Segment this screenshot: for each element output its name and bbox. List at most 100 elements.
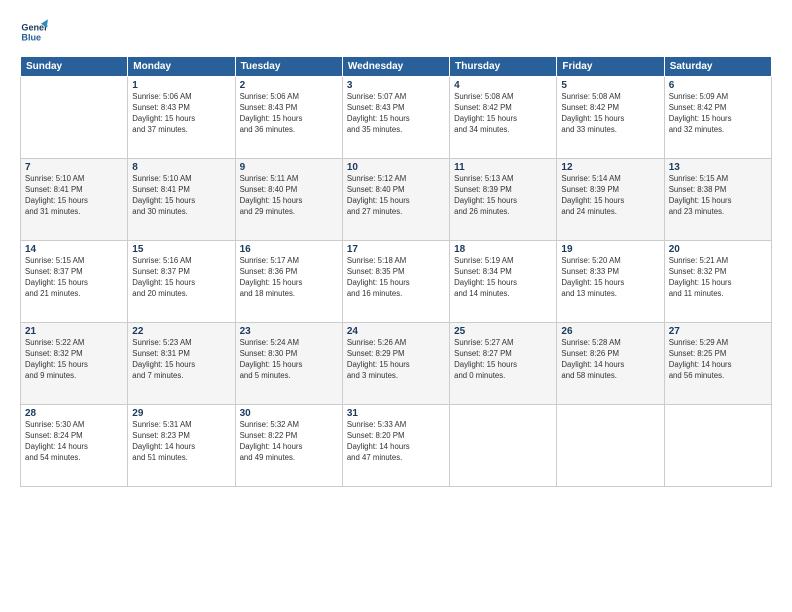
day-info: Sunrise: 5:10 AM Sunset: 8:41 PM Dayligh… (132, 174, 230, 218)
weekday-header-friday: Friday (557, 57, 664, 77)
day-number: 21 (25, 326, 123, 337)
calendar-cell: 6Sunrise: 5:09 AM Sunset: 8:42 PM Daylig… (664, 77, 771, 159)
day-info: Sunrise: 5:26 AM Sunset: 8:29 PM Dayligh… (347, 338, 445, 382)
day-number: 15 (132, 244, 230, 255)
calendar-week-row: 1Sunrise: 5:06 AM Sunset: 8:43 PM Daylig… (21, 77, 772, 159)
calendar-cell: 20Sunrise: 5:21 AM Sunset: 8:32 PM Dayli… (664, 241, 771, 323)
day-number: 1 (132, 80, 230, 91)
day-info: Sunrise: 5:31 AM Sunset: 8:23 PM Dayligh… (132, 420, 230, 464)
calendar-cell: 29Sunrise: 5:31 AM Sunset: 8:23 PM Dayli… (128, 405, 235, 487)
weekday-header-monday: Monday (128, 57, 235, 77)
calendar-cell: 16Sunrise: 5:17 AM Sunset: 8:36 PM Dayli… (235, 241, 342, 323)
day-number: 25 (454, 326, 552, 337)
day-number: 14 (25, 244, 123, 255)
day-number: 13 (669, 162, 767, 173)
weekday-header-wednesday: Wednesday (342, 57, 449, 77)
day-number: 23 (240, 326, 338, 337)
day-info: Sunrise: 5:07 AM Sunset: 8:43 PM Dayligh… (347, 92, 445, 136)
weekday-header-thursday: Thursday (450, 57, 557, 77)
calendar-cell: 31Sunrise: 5:33 AM Sunset: 8:20 PM Dayli… (342, 405, 449, 487)
day-number: 24 (347, 326, 445, 337)
day-info: Sunrise: 5:17 AM Sunset: 8:36 PM Dayligh… (240, 256, 338, 300)
day-info: Sunrise: 5:12 AM Sunset: 8:40 PM Dayligh… (347, 174, 445, 218)
calendar-page: General Blue SundayMondayTuesdayWednesda… (0, 0, 792, 612)
day-number: 28 (25, 408, 123, 419)
calendar-cell: 19Sunrise: 5:20 AM Sunset: 8:33 PM Dayli… (557, 241, 664, 323)
calendar-week-row: 28Sunrise: 5:30 AM Sunset: 8:24 PM Dayli… (21, 405, 772, 487)
day-info: Sunrise: 5:11 AM Sunset: 8:40 PM Dayligh… (240, 174, 338, 218)
calendar-cell (21, 77, 128, 159)
day-number: 27 (669, 326, 767, 337)
day-number: 6 (669, 80, 767, 91)
calendar-cell: 22Sunrise: 5:23 AM Sunset: 8:31 PM Dayli… (128, 323, 235, 405)
svg-text:Blue: Blue (21, 32, 41, 42)
day-info: Sunrise: 5:15 AM Sunset: 8:38 PM Dayligh… (669, 174, 767, 218)
day-number: 19 (561, 244, 659, 255)
calendar-table: SundayMondayTuesdayWednesdayThursdayFrid… (20, 56, 772, 487)
day-info: Sunrise: 5:10 AM Sunset: 8:41 PM Dayligh… (25, 174, 123, 218)
calendar-cell: 30Sunrise: 5:32 AM Sunset: 8:22 PM Dayli… (235, 405, 342, 487)
day-info: Sunrise: 5:28 AM Sunset: 8:26 PM Dayligh… (561, 338, 659, 382)
day-info: Sunrise: 5:29 AM Sunset: 8:25 PM Dayligh… (669, 338, 767, 382)
day-info: Sunrise: 5:21 AM Sunset: 8:32 PM Dayligh… (669, 256, 767, 300)
day-info: Sunrise: 5:06 AM Sunset: 8:43 PM Dayligh… (240, 92, 338, 136)
day-info: Sunrise: 5:08 AM Sunset: 8:42 PM Dayligh… (454, 92, 552, 136)
weekday-header-saturday: Saturday (664, 57, 771, 77)
day-info: Sunrise: 5:19 AM Sunset: 8:34 PM Dayligh… (454, 256, 552, 300)
calendar-cell (450, 405, 557, 487)
day-info: Sunrise: 5:22 AM Sunset: 8:32 PM Dayligh… (25, 338, 123, 382)
calendar-cell: 7Sunrise: 5:10 AM Sunset: 8:41 PM Daylig… (21, 159, 128, 241)
calendar-cell: 3Sunrise: 5:07 AM Sunset: 8:43 PM Daylig… (342, 77, 449, 159)
day-number: 4 (454, 80, 552, 91)
calendar-week-row: 21Sunrise: 5:22 AM Sunset: 8:32 PM Dayli… (21, 323, 772, 405)
calendar-cell (664, 405, 771, 487)
day-number: 20 (669, 244, 767, 255)
calendar-cell: 21Sunrise: 5:22 AM Sunset: 8:32 PM Dayli… (21, 323, 128, 405)
day-info: Sunrise: 5:08 AM Sunset: 8:42 PM Dayligh… (561, 92, 659, 136)
calendar-cell: 15Sunrise: 5:16 AM Sunset: 8:37 PM Dayli… (128, 241, 235, 323)
calendar-cell: 23Sunrise: 5:24 AM Sunset: 8:30 PM Dayli… (235, 323, 342, 405)
day-info: Sunrise: 5:23 AM Sunset: 8:31 PM Dayligh… (132, 338, 230, 382)
day-info: Sunrise: 5:09 AM Sunset: 8:42 PM Dayligh… (669, 92, 767, 136)
day-info: Sunrise: 5:18 AM Sunset: 8:35 PM Dayligh… (347, 256, 445, 300)
day-info: Sunrise: 5:30 AM Sunset: 8:24 PM Dayligh… (25, 420, 123, 464)
day-number: 10 (347, 162, 445, 173)
day-number: 18 (454, 244, 552, 255)
day-number: 2 (240, 80, 338, 91)
day-number: 29 (132, 408, 230, 419)
logo-icon: General Blue (20, 18, 48, 46)
page-header: General Blue (20, 18, 772, 46)
day-number: 9 (240, 162, 338, 173)
day-number: 26 (561, 326, 659, 337)
calendar-cell: 24Sunrise: 5:26 AM Sunset: 8:29 PM Dayli… (342, 323, 449, 405)
calendar-cell: 1Sunrise: 5:06 AM Sunset: 8:43 PM Daylig… (128, 77, 235, 159)
calendar-cell: 17Sunrise: 5:18 AM Sunset: 8:35 PM Dayli… (342, 241, 449, 323)
calendar-cell: 9Sunrise: 5:11 AM Sunset: 8:40 PM Daylig… (235, 159, 342, 241)
day-number: 11 (454, 162, 552, 173)
calendar-cell: 8Sunrise: 5:10 AM Sunset: 8:41 PM Daylig… (128, 159, 235, 241)
weekday-header-tuesday: Tuesday (235, 57, 342, 77)
calendar-cell: 2Sunrise: 5:06 AM Sunset: 8:43 PM Daylig… (235, 77, 342, 159)
day-number: 5 (561, 80, 659, 91)
day-number: 7 (25, 162, 123, 173)
calendar-cell: 10Sunrise: 5:12 AM Sunset: 8:40 PM Dayli… (342, 159, 449, 241)
calendar-cell: 11Sunrise: 5:13 AM Sunset: 8:39 PM Dayli… (450, 159, 557, 241)
day-info: Sunrise: 5:32 AM Sunset: 8:22 PM Dayligh… (240, 420, 338, 464)
day-info: Sunrise: 5:06 AM Sunset: 8:43 PM Dayligh… (132, 92, 230, 136)
calendar-cell (557, 405, 664, 487)
day-info: Sunrise: 5:20 AM Sunset: 8:33 PM Dayligh… (561, 256, 659, 300)
day-info: Sunrise: 5:15 AM Sunset: 8:37 PM Dayligh… (25, 256, 123, 300)
day-info: Sunrise: 5:27 AM Sunset: 8:27 PM Dayligh… (454, 338, 552, 382)
day-info: Sunrise: 5:33 AM Sunset: 8:20 PM Dayligh… (347, 420, 445, 464)
calendar-cell: 14Sunrise: 5:15 AM Sunset: 8:37 PM Dayli… (21, 241, 128, 323)
calendar-cell: 4Sunrise: 5:08 AM Sunset: 8:42 PM Daylig… (450, 77, 557, 159)
calendar-cell: 5Sunrise: 5:08 AM Sunset: 8:42 PM Daylig… (557, 77, 664, 159)
calendar-week-row: 14Sunrise: 5:15 AM Sunset: 8:37 PM Dayli… (21, 241, 772, 323)
logo: General Blue (20, 18, 52, 46)
calendar-cell: 25Sunrise: 5:27 AM Sunset: 8:27 PM Dayli… (450, 323, 557, 405)
day-number: 22 (132, 326, 230, 337)
calendar-week-row: 7Sunrise: 5:10 AM Sunset: 8:41 PM Daylig… (21, 159, 772, 241)
calendar-cell: 26Sunrise: 5:28 AM Sunset: 8:26 PM Dayli… (557, 323, 664, 405)
day-number: 16 (240, 244, 338, 255)
day-number: 3 (347, 80, 445, 91)
